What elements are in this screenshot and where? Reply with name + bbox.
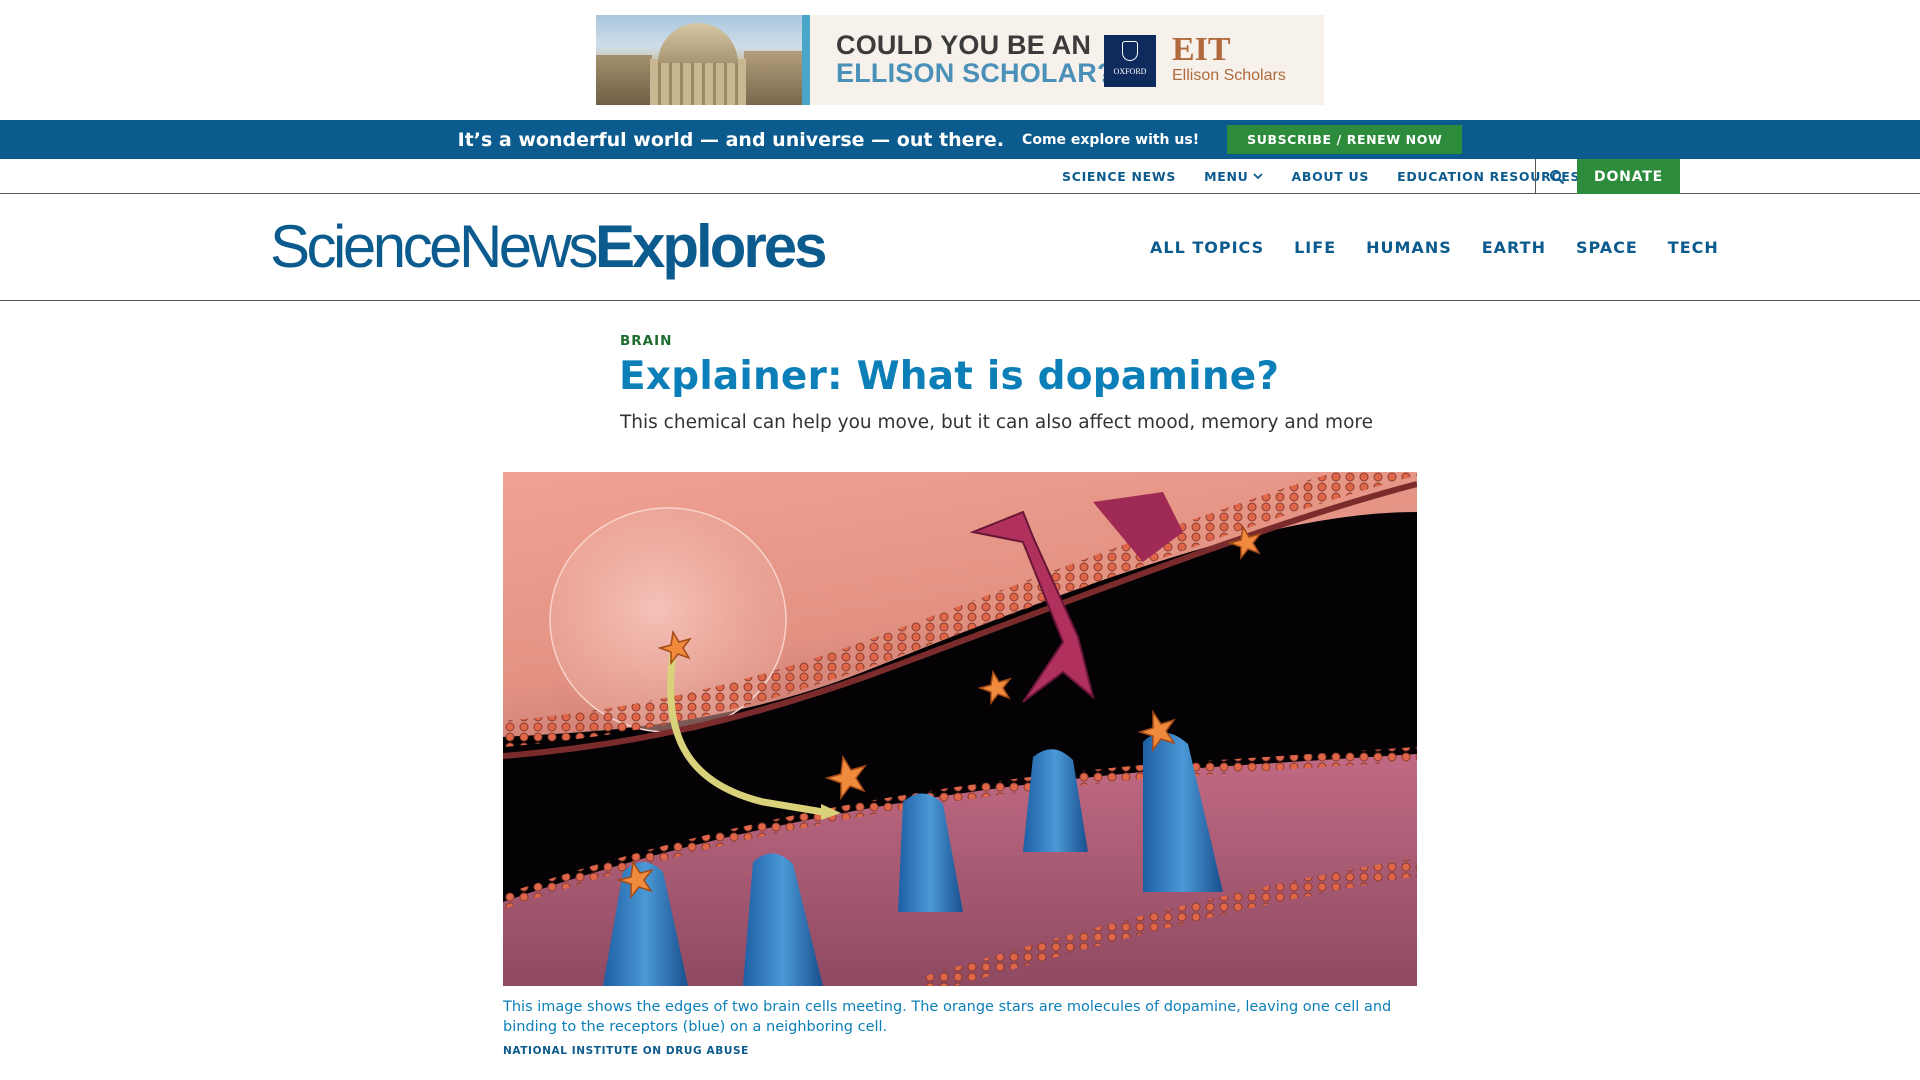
search-button[interactable]	[1535, 159, 1577, 194]
ad-photo	[596, 15, 802, 105]
topic-earth[interactable]: EARTH	[1482, 238, 1546, 257]
topic-life[interactable]: LIFE	[1294, 238, 1336, 257]
oxford-logo-icon: OXFORD	[1104, 35, 1156, 87]
ad-logo-text: OXFORD	[1113, 67, 1147, 76]
topic-space[interactable]: SPACE	[1576, 238, 1638, 257]
nav-science-news-label: SCIENCE NEWS	[1062, 169, 1177, 184]
nav-menu[interactable]: MENU	[1204, 169, 1264, 184]
topic-all-topics[interactable]: ALL TOPICS	[1150, 238, 1264, 257]
ad-banner[interactable]: COULD YOU BE AN ELLISON SCHOLAR? OXFORD …	[596, 15, 1324, 105]
ad-stripe	[802, 15, 810, 105]
ad-brand-sub: Ellison Scholars	[1172, 67, 1286, 84]
utility-nav: SCIENCE NEWS MENU ABOUT US EDUCATION RES…	[0, 159, 1920, 194]
site-header: ScienceNewsExplores ALL TOPICS LIFE HUMA…	[0, 194, 1920, 301]
topic-humans[interactable]: HUMANS	[1366, 238, 1452, 257]
nav-about-us-label: ABOUT US	[1291, 169, 1370, 184]
topic-tech[interactable]: TECH	[1668, 238, 1719, 257]
image-caption: This image shows the edges of two brain …	[503, 999, 1392, 1035]
nav-science-news[interactable]: SCIENCE NEWS	[1062, 169, 1176, 184]
image-credit: NATIONAL INSTITUTE ON DRUG ABUSE	[503, 1045, 749, 1057]
promo-headline: It’s a wonderful world — and universe — …	[457, 128, 1005, 151]
dopamine-synapse-illustration	[503, 472, 1417, 986]
donate-button[interactable]: DONATE	[1577, 159, 1680, 194]
search-icon	[1549, 169, 1564, 184]
nav-menu-label: MENU	[1204, 169, 1249, 184]
article-dek: This chemical can help you move, but it …	[620, 412, 1373, 433]
promo-bar: It’s a wonderful world — and universe — …	[0, 120, 1920, 159]
logo-part-1: ScienceNews	[270, 213, 599, 280]
promo-tagline: Come explore with us!	[1022, 131, 1200, 148]
subscribe-button[interactable]: SUBSCRIBE / RENEW NOW	[1227, 125, 1463, 154]
ad-brand: EIT Ellison Scholars	[1172, 33, 1286, 85]
hero-image	[503, 472, 1417, 986]
topic-nav: ALL TOPICS LIFE HUMANS EARTH SPACE TECH	[1135, 194, 1734, 301]
ad-brand-name: EIT	[1172, 31, 1231, 68]
ad-copy: COULD YOU BE AN ELLISON SCHOLAR? OXFORD …	[810, 15, 1324, 105]
article-kicker[interactable]: BRAIN	[620, 333, 672, 349]
site-logo[interactable]: ScienceNewsExplores	[270, 212, 827, 282]
nav-about-us[interactable]: ABOUT US	[1291, 169, 1369, 184]
article-title: Explainer: What is dopamine?	[619, 354, 1280, 399]
chevron-down-icon	[1253, 173, 1264, 180]
logo-part-2: Explores	[595, 213, 827, 280]
